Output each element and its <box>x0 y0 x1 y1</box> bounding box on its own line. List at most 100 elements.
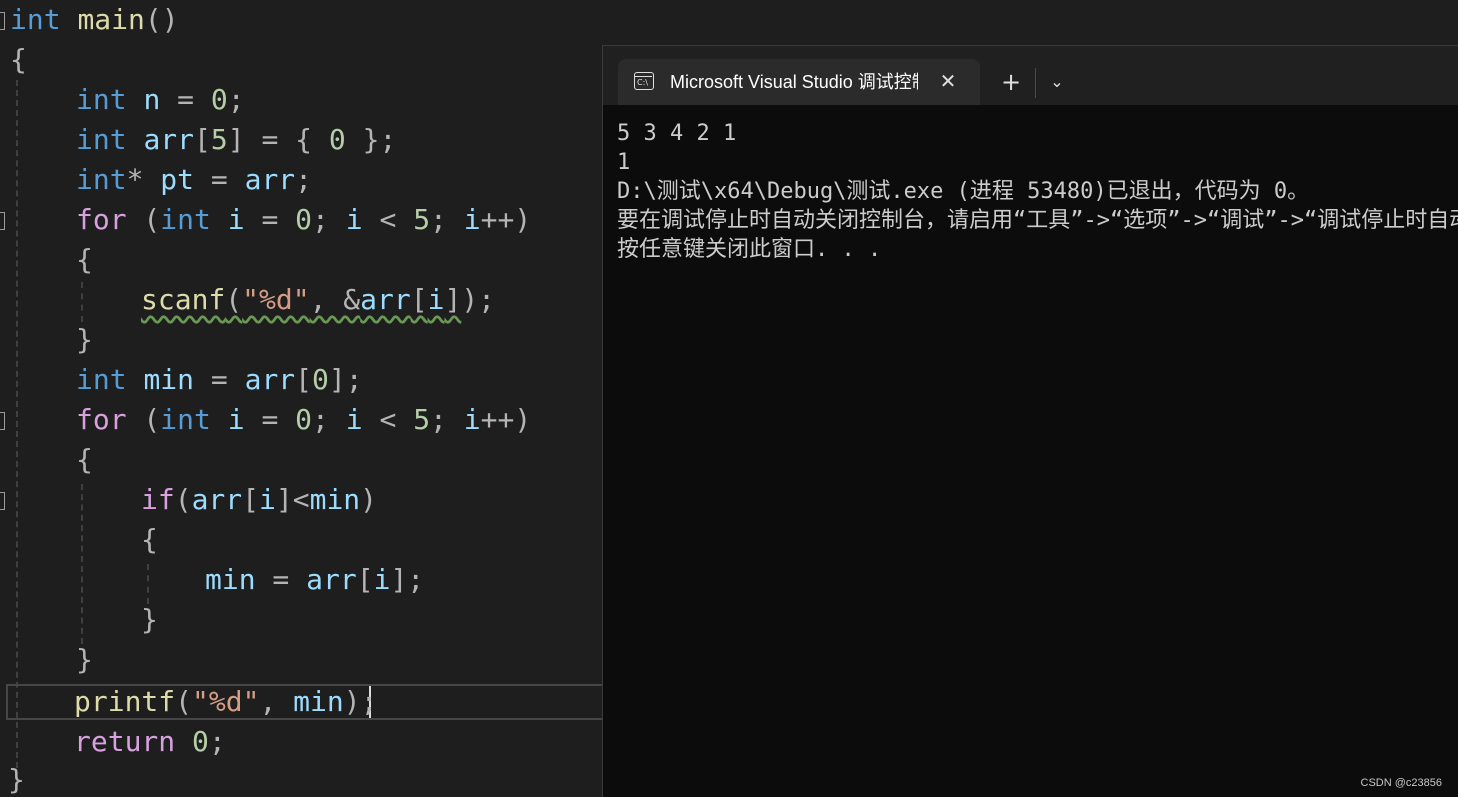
punctuation: [ <box>410 283 428 316</box>
string-literal: "%d" <box>242 283 310 316</box>
code-line[interactable]: scanf("%d", &arr[i]); <box>141 280 495 320</box>
punctuation: ] <box>444 283 462 316</box>
keyword: int <box>160 203 211 236</box>
output-line: 5 3 4 2 1 <box>617 121 737 146</box>
variable: arr <box>360 283 411 316</box>
control-keyword: for <box>76 403 127 436</box>
code-line[interactable]: for (int i = 0; i < 5; i++) <box>76 200 531 240</box>
fold-marker[interactable] <box>0 212 5 230</box>
control-keyword: return <box>74 725 176 758</box>
punctuation: ); <box>343 685 378 718</box>
variable: min <box>293 685 344 718</box>
code-line[interactable]: } <box>76 320 93 360</box>
punctuation: ); <box>461 283 496 316</box>
tab-bar: C:\ Microsoft Visual Studio 调试控制台 ✕ + ⌄ <box>603 46 1458 105</box>
operator: * <box>126 163 161 196</box>
indent-guide <box>81 282 83 322</box>
close-icon[interactable]: ✕ <box>936 69 960 93</box>
brace: { <box>76 443 93 476</box>
output-line: D:\测试\x64\Debug\测试.exe (进程 53480)已退出，代码为… <box>617 179 1310 204</box>
variable: i <box>227 203 245 236</box>
number: 0 <box>210 83 228 116</box>
punctuation: ]; <box>328 363 363 396</box>
code-line[interactable]: min = arr[i]; <box>205 560 424 600</box>
variable: pt <box>160 163 195 196</box>
code-line[interactable]: int n = 0; <box>76 80 245 120</box>
code-line[interactable]: return 0; <box>74 722 226 762</box>
punctuation: () <box>144 3 179 36</box>
chevron-down-icon[interactable]: ⌄ <box>1043 68 1071 96</box>
indent-guide <box>16 80 18 768</box>
brace: { <box>76 243 93 276</box>
variable: arr <box>244 163 296 196</box>
output-line: 按任意键关闭此窗口. . . <box>617 237 882 262</box>
code-line[interactable]: } <box>76 640 93 680</box>
variable: arr <box>191 483 243 516</box>
code-line[interactable]: { <box>76 240 93 280</box>
operator: ++) <box>480 403 532 436</box>
variable: arr <box>244 363 296 396</box>
brace: } <box>76 323 93 356</box>
keyword: int <box>76 83 127 116</box>
string-literal: "%d" <box>192 685 260 718</box>
number: 0 <box>312 363 329 396</box>
variable: min <box>205 563 256 596</box>
code-line[interactable]: printf("%d", min); <box>74 682 377 722</box>
new-tab-button[interactable]: + <box>997 68 1025 96</box>
watermark: CSDN @c23856 <box>1360 777 1442 789</box>
code-line[interactable]: int min = arr[0]; <box>76 360 363 400</box>
punctuation: }; <box>345 123 397 156</box>
function-name: scanf <box>141 283 226 316</box>
variable: arr <box>306 563 357 596</box>
code-line[interactable]: int* pt = arr; <box>76 160 312 200</box>
operator: = <box>194 163 245 196</box>
variable: min <box>143 363 195 396</box>
punctuation: ; <box>430 403 464 436</box>
terminal-icon-text: C:\ <box>637 78 648 87</box>
variable: i <box>463 403 481 436</box>
brace: } <box>141 603 158 636</box>
variable: i <box>427 283 445 316</box>
code-line[interactable]: { <box>141 520 158 560</box>
console-window[interactable]: C:\ Microsoft Visual Studio 调试控制台 ✕ + ⌄ … <box>602 45 1458 797</box>
brace: } <box>8 763 25 796</box>
variable: min <box>309 483 361 516</box>
punctuation: , & <box>309 283 361 316</box>
fold-marker[interactable] <box>0 12 5 30</box>
code-line[interactable]: int arr[5] = { 0 }; <box>76 120 396 160</box>
number: 5 <box>413 203 431 236</box>
punctuation: [ <box>242 483 260 516</box>
code-line[interactable]: { <box>76 440 93 480</box>
punctuation: [ <box>356 563 374 596</box>
punctuation: ( <box>126 203 161 236</box>
code-line[interactable]: } <box>141 600 158 640</box>
operator: = <box>244 403 296 436</box>
number: 5 <box>413 403 431 436</box>
punctuation: ; <box>312 203 346 236</box>
variable: i <box>373 563 391 596</box>
tab-title: Microsoft Visual Studio 调试控制台 <box>670 72 918 92</box>
code-line[interactable]: if(arr[i]<min) <box>141 480 377 520</box>
fold-marker[interactable] <box>0 492 5 510</box>
code-line[interactable]: int main() <box>10 0 179 40</box>
code-editor[interactable]: int main() { int n = 0; int arr[5] = { 0… <box>0 0 602 797</box>
control-keyword: for <box>76 203 127 236</box>
code-line[interactable]: for (int i = 0; i < 5; i++) <box>76 400 531 440</box>
brace: } <box>76 643 93 676</box>
operator: < <box>362 203 414 236</box>
operator: < <box>362 403 414 436</box>
punctuation: ; <box>430 203 464 236</box>
code-line[interactable]: } <box>8 760 25 797</box>
keyword: int <box>76 163 127 196</box>
operator: = <box>194 363 245 396</box>
operator: = { <box>244 123 329 156</box>
code-line[interactable]: { <box>10 40 27 80</box>
number: 0 <box>295 203 313 236</box>
keyword: int <box>76 363 127 396</box>
fold-marker[interactable] <box>0 412 5 430</box>
function-name: main <box>77 3 145 36</box>
tab-debug-console[interactable]: C:\ Microsoft Visual Studio 调试控制台 ✕ <box>618 59 980 105</box>
number: 0 <box>295 403 313 436</box>
